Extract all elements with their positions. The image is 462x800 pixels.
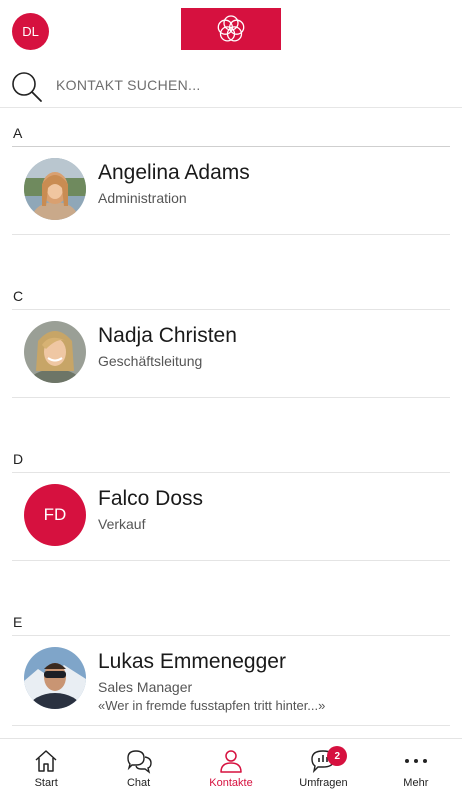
contact-role: Sales Manager bbox=[98, 679, 193, 695]
contact-role: Administration bbox=[98, 190, 187, 206]
row-divider bbox=[12, 560, 450, 561]
contact-status-message: «Wer in fremde fusstapfen tritt hinter..… bbox=[98, 698, 326, 713]
contact-item[interactable]: Angelina Adams Administration bbox=[12, 146, 450, 234]
row-divider bbox=[12, 725, 450, 726]
more-icon bbox=[404, 759, 427, 763]
nav-label: Kontakte bbox=[209, 777, 253, 789]
contact-avatar-photo bbox=[24, 647, 86, 709]
home-icon bbox=[35, 750, 57, 772]
contact-list: A Angelina Adams Administration C Nadja … bbox=[0, 108, 462, 738]
nav-label: Start bbox=[34, 777, 58, 789]
nav-label: Chat bbox=[126, 777, 151, 789]
contact-name: Falco Doss bbox=[98, 487, 204, 510]
contact-item[interactable]: FD Falco Doss Verkauf bbox=[12, 472, 450, 560]
search-input[interactable] bbox=[56, 70, 446, 100]
contact-avatar-photo bbox=[24, 321, 86, 383]
section-header-c: C bbox=[13, 288, 24, 304]
row-divider bbox=[12, 234, 450, 235]
bottom-navigation: Start Chat Kontakte 2 Umfragen Mehr bbox=[0, 738, 462, 800]
search-icon[interactable] bbox=[10, 70, 44, 104]
nav-label: Umfragen bbox=[299, 777, 348, 789]
contacts-icon bbox=[220, 750, 242, 773]
nav-item-start[interactable]: Start bbox=[0, 739, 92, 800]
nav-item-kontakte[interactable]: Kontakte bbox=[185, 739, 277, 800]
contact-initials: FD bbox=[24, 484, 86, 546]
row-divider bbox=[12, 397, 450, 398]
chat-icon bbox=[126, 750, 152, 774]
section-header-e: E bbox=[13, 614, 23, 630]
contact-role: Geschäftsleitung bbox=[98, 353, 203, 369]
contact-item[interactable]: Nadja Christen Geschäftsleitung bbox=[12, 309, 450, 397]
contact-name: Angelina Adams bbox=[98, 161, 250, 184]
section-header-a: A bbox=[13, 125, 23, 141]
user-avatar[interactable]: DL bbox=[12, 13, 49, 50]
contact-avatar-photo bbox=[24, 158, 86, 220]
nav-item-umfragen[interactable]: 2 Umfragen bbox=[277, 739, 369, 800]
nav-item-mehr[interactable]: Mehr bbox=[370, 739, 462, 800]
contact-role: Verkauf bbox=[98, 516, 146, 532]
contact-avatar-initials: FD bbox=[24, 484, 86, 546]
contact-name: Lukas Emmenegger bbox=[98, 650, 286, 673]
contact-item[interactable]: Lukas Emmenegger Sales Manager «Wer in f… bbox=[12, 635, 450, 723]
top-bar: DL bbox=[0, 0, 462, 62]
search-bar bbox=[0, 62, 462, 108]
section-header-d: D bbox=[13, 451, 24, 467]
nav-label: Mehr bbox=[403, 777, 429, 789]
nav-item-chat[interactable]: Chat bbox=[92, 739, 184, 800]
app-logo bbox=[181, 8, 281, 50]
notification-badge: 2 bbox=[327, 746, 348, 766]
contact-name: Nadja Christen bbox=[98, 324, 237, 347]
user-initials: DL bbox=[22, 24, 39, 39]
flower-logo-icon bbox=[217, 15, 245, 42]
